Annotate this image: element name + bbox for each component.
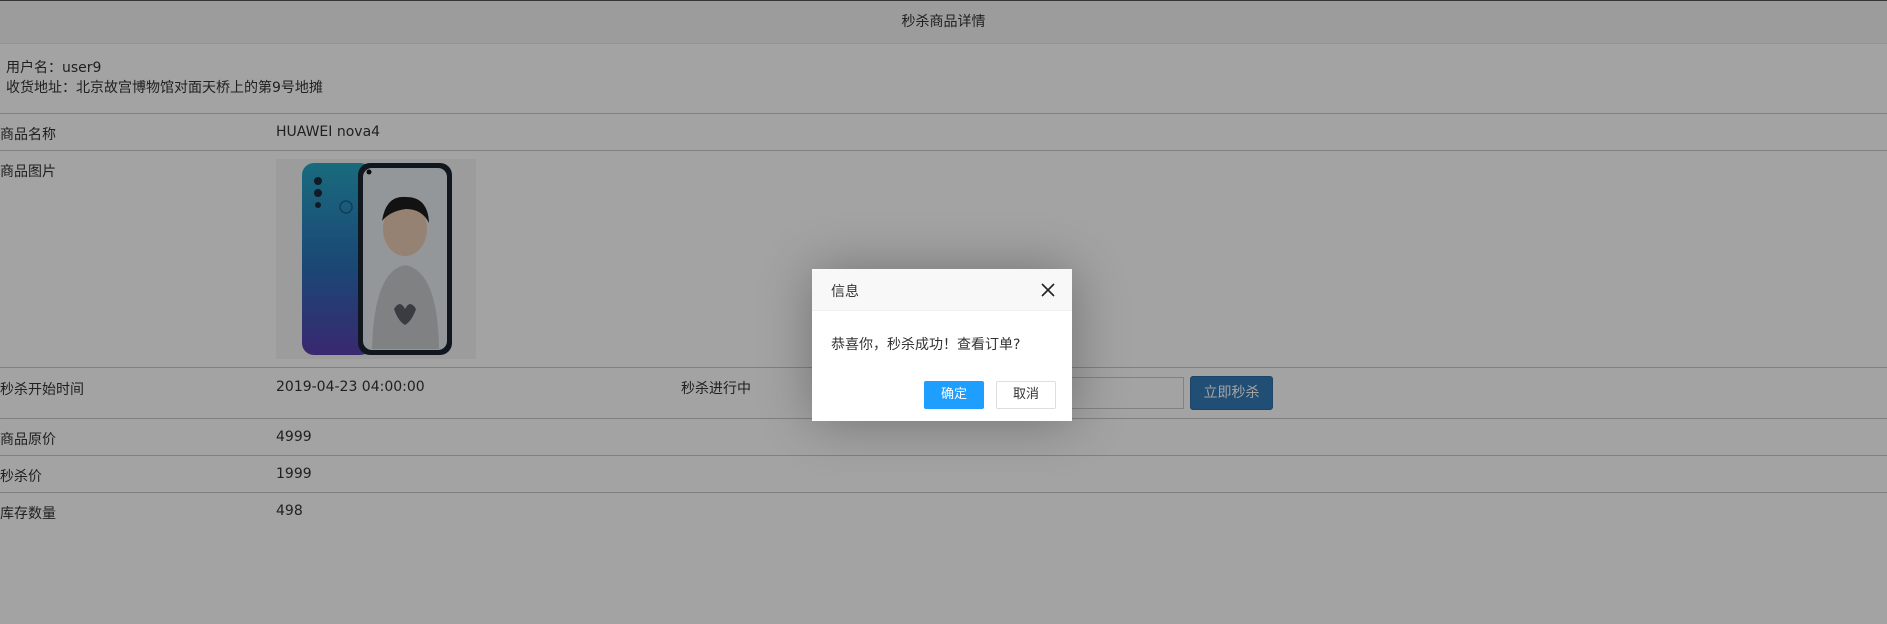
dialog-title-bar: 信息: [812, 269, 1072, 311]
dialog-title: 信息: [831, 284, 859, 300]
close-icon[interactable]: [1041, 283, 1055, 297]
seckill-detail-page: 秒杀商品详情 用户名：user9 收货地址：北京故宫博物馆对面天桥上的第9号地摊…: [0, 0, 1887, 624]
cancel-button[interactable]: 取消: [996, 381, 1056, 409]
confirm-button[interactable]: 确定: [924, 381, 984, 409]
dialog-message: 恭喜你，秒杀成功！查看订单?: [831, 337, 1021, 353]
message-dialog: 信息 恭喜你，秒杀成功！查看订单? 确定 取消: [812, 269, 1072, 421]
